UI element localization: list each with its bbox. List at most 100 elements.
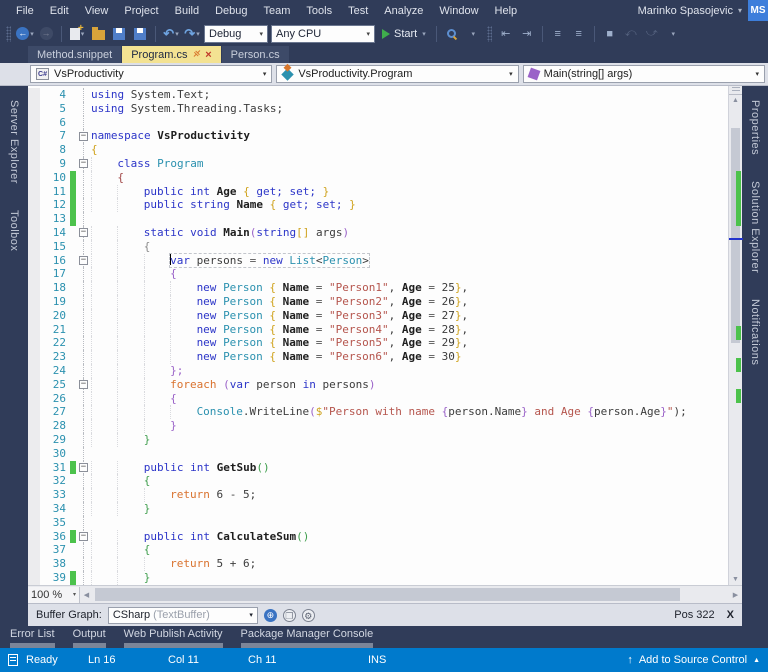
breakpoint-margin[interactable] xyxy=(28,350,40,364)
save-all-button[interactable] xyxy=(131,24,149,44)
code-line-26[interactable]: 26 { xyxy=(28,392,728,406)
breakpoint-margin[interactable] xyxy=(28,378,40,392)
breakpoint-margin[interactable] xyxy=(28,516,40,530)
menu-item-build[interactable]: Build xyxy=(167,2,207,20)
breakpoint-margin[interactable] xyxy=(28,198,40,212)
splitter-grip[interactable] xyxy=(729,86,742,95)
collapse-region-icon[interactable]: − xyxy=(79,159,88,168)
scroll-down-arrow-icon[interactable]: ▼ xyxy=(729,574,742,585)
prev-bookmark-button[interactable]: ⤺ xyxy=(622,24,640,44)
user-account-menu[interactable]: Marinko Spasojevic ▾ xyxy=(638,5,742,17)
attach-to-process-button[interactable] xyxy=(443,24,461,44)
panel-tab-package-manager-console[interactable]: Package Manager Console xyxy=(241,628,374,648)
code-line-10[interactable]: 10 { xyxy=(28,171,728,185)
code-line-38[interactable]: 38 return 5 + 6; xyxy=(28,557,728,571)
code-line-32[interactable]: 32 { xyxy=(28,474,728,488)
code-line-15[interactable]: 15 { xyxy=(28,240,728,254)
next-bookmark-button[interactable]: ⤻ xyxy=(643,24,661,44)
horizontal-scrollbar-thumb[interactable] xyxy=(95,588,680,601)
breakpoint-margin[interactable] xyxy=(28,157,40,171)
code-line-16[interactable]: 16− var persons = new List<Person> xyxy=(28,254,728,268)
increase-indent-button[interactable]: ≡ xyxy=(570,24,588,44)
breakpoint-margin[interactable] xyxy=(28,171,40,185)
panel-tab-web-publish-activity[interactable]: Web Publish Activity xyxy=(124,628,223,648)
menu-item-help[interactable]: Help xyxy=(487,2,526,20)
breakpoint-margin[interactable] xyxy=(28,309,40,323)
buffer-graph-dropdown[interactable]: CSharp (TextBuffer) ▾ xyxy=(108,607,258,624)
toggle-bookmark-button[interactable]: ■ xyxy=(601,24,619,44)
breakpoint-margin[interactable] xyxy=(28,447,40,461)
toolbar-grip[interactable] xyxy=(6,26,11,42)
pin-icon[interactable]: ⫩ xyxy=(190,49,202,61)
collapse-region-icon[interactable]: − xyxy=(79,132,88,141)
code-line-31[interactable]: 31− public int GetSub() xyxy=(28,461,728,475)
code-line-22[interactable]: 22 new Person { Name = "Person5", Age = … xyxy=(28,336,728,350)
document-tab-person-cs[interactable]: Person.cs xyxy=(222,46,289,63)
close-icon[interactable]: × xyxy=(205,49,211,61)
menu-item-view[interactable]: View xyxy=(77,2,117,20)
breakpoint-margin[interactable] xyxy=(28,212,40,226)
breakpoint-margin[interactable] xyxy=(28,267,40,281)
menu-item-file[interactable]: File xyxy=(8,2,42,20)
code-line-5[interactable]: 5using System.Threading.Tasks; xyxy=(28,102,728,116)
menu-item-test[interactable]: Test xyxy=(340,2,376,20)
user-avatar-badge[interactable]: MS xyxy=(748,0,768,21)
code-line-28[interactable]: 28 } xyxy=(28,419,728,433)
code-line-4[interactable]: 4using System.Text; xyxy=(28,88,728,102)
collapse-region-icon[interactable]: − xyxy=(79,532,88,541)
breakpoint-margin[interactable] xyxy=(28,530,40,544)
save-button[interactable] xyxy=(110,24,128,44)
add-to-source-control-button[interactable]: ↑ Add to Source Control ▲ xyxy=(627,654,760,666)
tool-window-tab-server-explorer[interactable]: Server Explorer xyxy=(8,100,20,184)
navigate-forward-editor-button[interactable]: ⇥ xyxy=(518,24,536,44)
collapse-region-icon[interactable]: − xyxy=(79,256,88,265)
gear-icon[interactable]: ⚙ xyxy=(302,609,315,622)
code-line-29[interactable]: 29 } xyxy=(28,433,728,447)
zoom-level-dropdown[interactable]: 100 % ▾ xyxy=(28,587,80,603)
code-area[interactable]: 4using System.Text;5using System.Threadi… xyxy=(28,86,728,585)
breakpoint-margin[interactable] xyxy=(28,364,40,378)
collapse-region-icon[interactable]: − xyxy=(79,463,88,472)
breakpoint-margin[interactable] xyxy=(28,129,40,143)
code-line-17[interactable]: 17 { xyxy=(28,267,728,281)
code-line-7[interactable]: 7−namespace VsProductivity xyxy=(28,129,728,143)
close-icon[interactable]: X xyxy=(727,609,734,621)
code-editor[interactable]: 4using System.Text;5using System.Threadi… xyxy=(28,86,742,585)
breakpoint-margin[interactable] xyxy=(28,143,40,157)
breakpoint-margin[interactable] xyxy=(28,88,40,102)
scroll-right-arrow-icon[interactable]: ▶ xyxy=(729,591,742,599)
tool-window-tab-toolbox[interactable]: Toolbox xyxy=(8,210,20,251)
breakpoint-margin[interactable] xyxy=(28,502,40,516)
code-line-37[interactable]: 37 { xyxy=(28,543,728,557)
solution-configuration-dropdown[interactable]: Debug▾ xyxy=(204,25,268,43)
document-tab-method-snippet[interactable]: Method.snippet xyxy=(28,46,121,63)
scroll-up-arrow-icon[interactable]: ▲ xyxy=(729,95,742,106)
panel-tab-output[interactable]: Output xyxy=(73,628,106,648)
graph-icon[interactable]: ⊕ xyxy=(264,609,277,622)
scroll-left-arrow-icon[interactable]: ◀ xyxy=(80,591,93,599)
project-dropdown[interactable]: C# VsProductivity ▾ xyxy=(30,65,272,83)
type-dropdown[interactable]: VsProductivity.Program ▾ xyxy=(276,65,518,83)
breakpoint-margin[interactable] xyxy=(28,295,40,309)
code-line-24[interactable]: 24 }; xyxy=(28,364,728,378)
code-line-36[interactable]: 36− public int CalculateSum() xyxy=(28,530,728,544)
tool-window-tab-properties[interactable]: Properties xyxy=(749,100,761,155)
code-line-20[interactable]: 20 new Person { Name = "Person3", Age = … xyxy=(28,309,728,323)
code-line-23[interactable]: 23 new Person { Name = "Person6", Age = … xyxy=(28,350,728,364)
breakpoint-margin[interactable] xyxy=(28,474,40,488)
code-line-6[interactable]: 6 xyxy=(28,116,728,130)
breakpoint-margin[interactable] xyxy=(28,185,40,199)
code-line-34[interactable]: 34 } xyxy=(28,502,728,516)
breakpoint-margin[interactable] xyxy=(28,254,40,268)
menu-item-analyze[interactable]: Analyze xyxy=(376,2,431,20)
horizontal-scrollbar[interactable] xyxy=(93,586,729,603)
code-line-35[interactable]: 35 xyxy=(28,516,728,530)
menu-item-window[interactable]: Window xyxy=(431,2,486,20)
start-debugging-button[interactable]: Start▾ xyxy=(378,28,430,40)
breakpoint-margin[interactable] xyxy=(28,281,40,295)
collapse-region-icon[interactable]: − xyxy=(79,228,88,237)
navigate-forward-button[interactable]: → xyxy=(37,24,55,44)
breakpoint-margin[interactable] xyxy=(28,323,40,337)
breakpoint-margin[interactable] xyxy=(28,543,40,557)
breakpoint-margin[interactable] xyxy=(28,433,40,447)
